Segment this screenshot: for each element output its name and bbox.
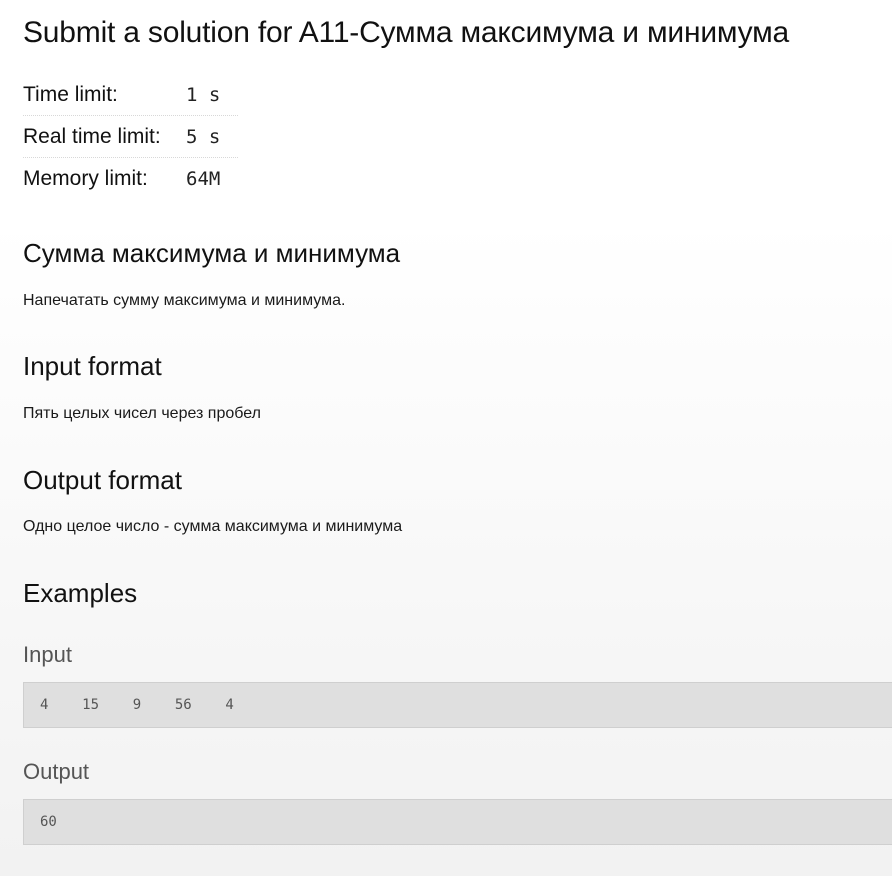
- examples-heading: Examples: [23, 578, 138, 608]
- limit-value: 64M: [186, 168, 221, 190]
- limit-label: Memory limit:: [23, 167, 148, 190]
- example-input-label: Input: [23, 642, 72, 667]
- input-format-text: Пять целых чисел через пробел: [23, 405, 261, 422]
- example-output-box[interactable]: 60: [23, 799, 892, 845]
- limit-row-real-time: Real time limit: 5 s: [23, 116, 238, 158]
- problem-statement: Напечатать сумму максимума и минимума.: [23, 292, 346, 309]
- example-input-value: 4 15 9 56 4: [40, 697, 234, 713]
- limit-label: Time limit:: [23, 82, 118, 106]
- limit-row-memory: Memory limit: 64M: [23, 158, 238, 200]
- input-format-heading: Input format: [23, 351, 162, 381]
- example-output-value: 60: [40, 814, 57, 830]
- limits-table: Time limit: 1 s Real time limit: 5 s Mem…: [23, 74, 238, 200]
- page-title: Submit a solution for A11-Сумма максимум…: [23, 16, 790, 49]
- example-input-box[interactable]: 4 15 9 56 4: [23, 682, 892, 728]
- example-output-label: Output: [23, 759, 90, 784]
- limit-label: Real time limit:: [23, 124, 161, 148]
- limit-row-time: Time limit: 1 s: [23, 74, 238, 116]
- problem-name-heading: Сумма максимума и минимума: [23, 238, 401, 268]
- output-format-text: Одно целое число - сумма максимума и мин…: [23, 518, 403, 535]
- output-format-heading: Output format: [23, 465, 182, 495]
- limit-value: 5 s: [186, 125, 221, 148]
- limit-value: 1 s: [186, 83, 221, 106]
